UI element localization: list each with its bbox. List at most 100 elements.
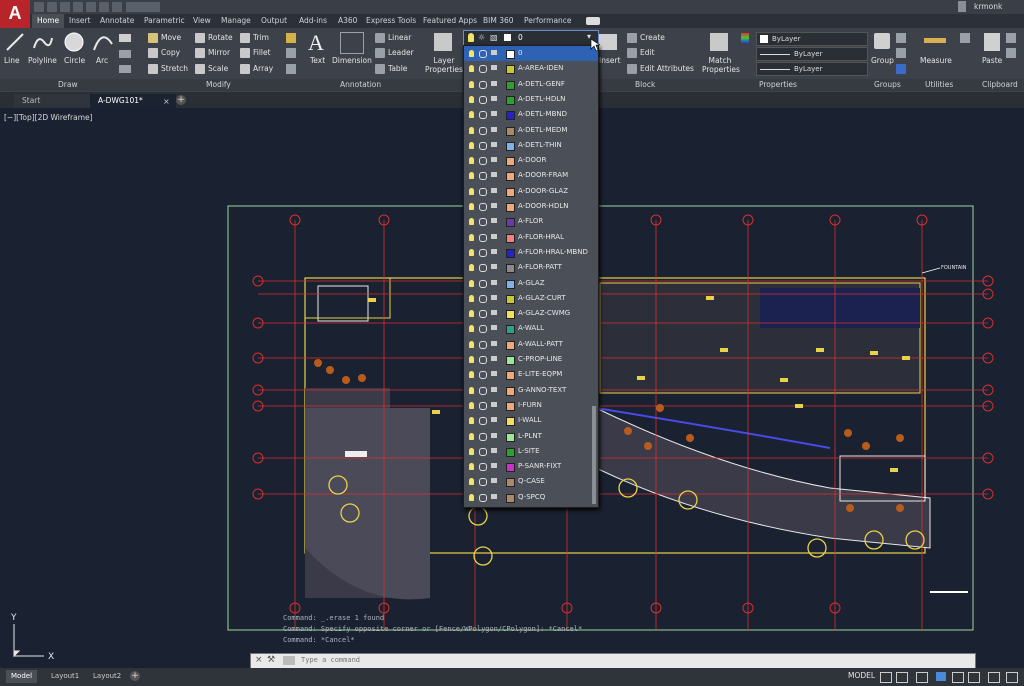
layer-freeze-icon[interactable] [479,50,487,58]
layer-color-swatch[interactable] [506,80,515,90]
layer-color-swatch[interactable] [506,233,515,243]
layer-row[interactable]: A-DETL-MBND [464,107,598,122]
paste-button[interactable]: Paste [982,56,1002,65]
layer-freeze-icon[interactable] [479,233,487,242]
new-icon[interactable] [34,2,44,12]
layer-freeze-icon[interactable] [479,401,487,410]
layer-freeze-icon[interactable] [479,172,487,181]
layer-dropdown-control[interactable]: ☼ ▧ 0 ▾ [463,30,599,46]
tab-home[interactable]: Home [32,14,65,28]
layer-on-icon[interactable] [469,65,474,73]
layer-on-icon[interactable] [469,126,474,134]
paste-icon[interactable] [984,33,1000,51]
layer-lock-icon[interactable] [491,95,497,101]
layer-freeze-icon[interactable] [479,203,487,211]
clipboard-panel-label[interactable]: Clipboard [982,79,1018,91]
layer-color-swatch[interactable] [506,279,515,289]
layer-freeze-icon[interactable] [479,95,487,104]
layer-lock-icon[interactable]: ▧ [490,33,498,42]
layer-freeze-icon[interactable] [479,279,487,288]
layer-color-swatch[interactable] [506,157,515,167]
layer-on-icon[interactable] [469,172,474,180]
layer-row[interactable]: A-GLAZ-CWMG [464,306,598,321]
layer-row[interactable]: A-GLAZ-CURT [464,291,598,306]
tab-start[interactable]: Start [14,94,90,108]
close-tab-icon[interactable]: × [163,97,170,106]
tab-model[interactable]: Model [6,670,38,683]
layer-color-swatch[interactable] [506,340,515,350]
circle-icon[interactable] [63,31,85,53]
layer-row[interactable]: L-SITE [464,444,598,459]
tab-add-ins[interactable]: Add-ins [299,14,327,28]
arc-icon[interactable] [92,32,114,52]
layer-on-icon[interactable] [469,478,474,486]
fillet-button[interactable]: Fillet [240,48,271,58]
layer-color-swatch[interactable] [506,50,515,59]
copy-button[interactable]: Copy [148,48,180,58]
edit-block-button[interactable]: Edit [627,48,655,58]
layer-dropdown-list[interactable]: 0 A-AREA-IDEN A-DETL-GENF A-DETL-HDLN A-DETL… [463,45,599,508]
insert-block-icon[interactable] [599,34,617,50]
layer-lock-icon[interactable] [491,172,497,178]
layer-row[interactable]: I-FURN [464,398,598,413]
layer-lock-icon[interactable] [491,141,497,147]
table-button[interactable]: Table [375,64,407,74]
group-select-icon[interactable] [896,64,906,74]
layer-lock-icon[interactable] [491,157,497,163]
layer-row[interactable]: Q-CASE [464,474,598,489]
group-button[interactable]: Group [871,56,894,65]
color-dropdown[interactable]: ByLayer [756,32,868,46]
workspace-dropdown[interactable] [126,2,160,12]
layer-freeze-icon[interactable] [479,340,487,349]
tab-view[interactable]: View [193,14,211,28]
layer-lock-icon[interactable] [491,417,497,423]
layer-row[interactable]: A-DOOR-HDLN [464,199,598,214]
redo-icon[interactable] [112,2,122,12]
layer-on-icon[interactable] [469,386,474,394]
layer-color-swatch[interactable] [506,111,515,121]
layer-lock-icon[interactable] [491,111,497,117]
tab-performance[interactable]: Performance [524,14,572,28]
layer-freeze-icon[interactable] [479,386,487,395]
layer-color-swatch[interactable] [506,95,515,105]
layer-color-swatch[interactable] [506,203,515,212]
layer-lock-icon[interactable] [491,248,497,254]
layer-row[interactable]: C-PROP-LINE [464,352,598,367]
layer-on-icon[interactable] [469,356,474,363]
tab-parametric[interactable]: Parametric [144,14,185,28]
modify-panel-label[interactable]: Modify [206,79,231,91]
layer-on-icon[interactable] [469,264,474,272]
layer-on-icon[interactable] [469,447,474,455]
copy-clip-icon[interactable] [1006,48,1016,58]
rotate-button[interactable]: Rotate [195,33,233,43]
layer-freeze-icon[interactable]: ☼ [478,33,485,42]
save-as-icon[interactable] [73,2,83,12]
ribbon-toggle-icon[interactable] [586,17,600,25]
layer-on-icon[interactable] [469,50,474,57]
layer-on-icon[interactable] [469,401,474,409]
layer-lock-icon[interactable] [491,233,497,239]
layer-freeze-icon[interactable] [479,294,487,303]
insert-button[interactable]: Insert [599,56,621,65]
layer-freeze-icon[interactable] [479,157,487,166]
layer-color-swatch[interactable] [506,356,515,365]
polar-icon[interactable] [936,672,946,681]
layer-row[interactable]: L-PLNT [464,429,598,444]
line-icon[interactable] [5,32,25,52]
layer-row[interactable]: A-WALL [464,321,598,336]
layer-row[interactable]: A-DOOR-GLAZ [464,184,598,199]
tab-bim-360[interactable]: BIM 360 [483,14,514,28]
layer-color-swatch[interactable] [506,65,515,75]
layer-lock-icon[interactable] [491,356,497,361]
layer-row[interactable]: A-AREA-IDEN [464,61,598,76]
circle-button[interactable]: Circle [64,56,85,65]
match-properties-button[interactable]: Match Properties [702,56,740,74]
annotation-scale-icon[interactable] [968,672,980,683]
layer-lock-icon[interactable] [491,463,497,469]
annotation-panel-label[interactable]: Annotation [340,79,381,91]
layer-color-swatch[interactable] [506,126,515,136]
layer-row[interactable]: A-FLOR-HRAL-MBND [464,245,598,260]
layer-row[interactable]: E-LITE-EQPM [464,367,598,382]
close-icon[interactable]: × [255,655,263,665]
layer-color-swatch[interactable] [506,218,515,228]
